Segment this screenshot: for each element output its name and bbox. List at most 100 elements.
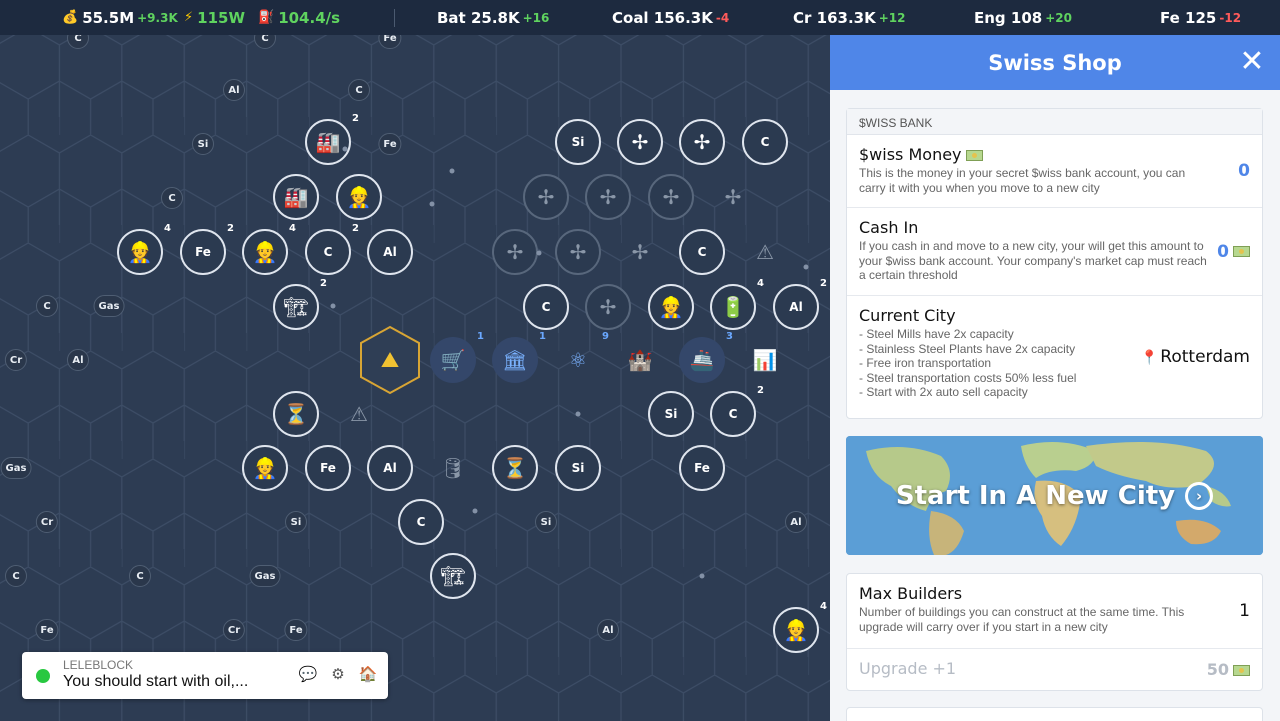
resource-tag[interactable]: Si bbox=[192, 133, 214, 155]
cash-in-row[interactable]: Cash In If you cash in and move to a new… bbox=[847, 208, 1262, 296]
wind-turbine-building[interactable]: ✢ bbox=[679, 119, 725, 165]
battery-building[interactable]: 🔋 4 bbox=[710, 278, 764, 330]
map-dot bbox=[536, 250, 542, 256]
aluminum-mine-building[interactable]: Al bbox=[367, 229, 413, 275]
wind-turbine-icon: ✢ bbox=[631, 240, 649, 264]
close-icon[interactable]: ✕ bbox=[1238, 47, 1266, 77]
resource-tag[interactable]: Si bbox=[535, 511, 557, 533]
coal-mine-building[interactable]: C bbox=[679, 229, 725, 275]
aluminum-mine-building[interactable]: Al 2 bbox=[773, 278, 827, 330]
plant-building[interactable]: 🏗 bbox=[430, 553, 476, 599]
coal-mine-building[interactable]: C bbox=[523, 284, 569, 330]
worker-building[interactable]: 👷 bbox=[242, 445, 288, 491]
construction-site[interactable]: ⚠ bbox=[742, 229, 788, 275]
upgrade-button[interactable]: Upgrade +1 50 bbox=[847, 648, 1262, 690]
construction-icon: ⚠ bbox=[350, 402, 368, 426]
wind-turbine-building[interactable]: ✢ bbox=[585, 284, 631, 330]
panel-title: Swiss Shop bbox=[988, 50, 1122, 75]
worker-building[interactable]: 👷 bbox=[336, 174, 382, 220]
hex-map[interactable]: C C Fe Al C Si Fe C C Gas Cr Al Gas Cr S… bbox=[0, 35, 830, 721]
wind-turbine-building[interactable]: ✢ bbox=[648, 174, 694, 220]
factory-icon: 🏭 bbox=[315, 130, 341, 154]
iron-mine-building[interactable]: Fe bbox=[679, 445, 725, 491]
wind-turbine-building[interactable]: ✢ bbox=[523, 174, 569, 220]
building-count: 1 bbox=[539, 331, 546, 342]
resource-tag[interactable]: Al bbox=[223, 79, 245, 101]
bank-building[interactable]: 🏛 1 bbox=[492, 331, 546, 383]
coal-mine-building[interactable]: C bbox=[742, 119, 788, 165]
shop-building[interactable]: 🛒 1 bbox=[430, 331, 484, 383]
row-title: Cash In bbox=[859, 218, 919, 237]
city-bonus-item: - Start with 2x auto sell capacity bbox=[859, 385, 1028, 399]
wind-turbine-building[interactable]: ✢ bbox=[710, 174, 756, 220]
mine-cart-icon: C bbox=[728, 407, 738, 421]
construction-site[interactable]: ⚠ bbox=[336, 391, 382, 437]
silicon-mine-building[interactable]: Si bbox=[555, 119, 601, 165]
worker-building[interactable]: 👷 4 bbox=[773, 601, 827, 653]
resource-tag[interactable]: Al bbox=[597, 619, 619, 641]
chat-bubble-icon[interactable]: 💬 bbox=[298, 664, 318, 684]
worker-building[interactable]: 👷 4 bbox=[242, 223, 296, 275]
hopper-building[interactable]: ⏳ bbox=[492, 445, 538, 491]
chart-icon: 📊 bbox=[752, 348, 778, 372]
chat-toast[interactable]: LELEBLOCK You should start with oil,... … bbox=[22, 652, 388, 699]
atom-icon: ⚛ bbox=[569, 348, 587, 372]
resource-tag[interactable]: C bbox=[36, 295, 58, 317]
resource-tag[interactable]: C bbox=[161, 187, 183, 209]
chevron-right-icon: › bbox=[1185, 481, 1214, 510]
coal-mine-building[interactable]: C2 bbox=[305, 223, 359, 275]
market-building[interactable]: 📊 bbox=[742, 337, 788, 383]
resource-tag[interactable]: Fe bbox=[284, 619, 308, 641]
iron-mine-building[interactable]: Fe bbox=[305, 445, 351, 491]
resource-tag[interactable]: Gas bbox=[0, 457, 32, 479]
resource-tag[interactable]: C bbox=[129, 565, 151, 587]
resource-tag[interactable]: Si bbox=[285, 511, 307, 533]
coal-mine-building[interactable]: C bbox=[398, 499, 444, 545]
hopper-building[interactable]: ⏳ bbox=[273, 391, 319, 437]
plant-building[interactable]: 🏗 2 bbox=[273, 278, 327, 330]
resource-tag[interactable]: Gas bbox=[249, 565, 281, 587]
money-icon bbox=[1233, 246, 1250, 257]
wind-turbine-icon: ✢ bbox=[569, 240, 587, 264]
wind-turbine-building[interactable]: ✢ bbox=[555, 229, 601, 275]
section-title: $WISS BANK bbox=[847, 109, 1262, 135]
aluminum-mine-building[interactable]: Al bbox=[367, 445, 413, 491]
research-building[interactable]: ⚛ 9 bbox=[555, 331, 609, 383]
port-building[interactable]: 🚢 3 bbox=[679, 331, 733, 383]
iron-mine-building[interactable]: Fe 2 bbox=[180, 223, 234, 275]
worker-building[interactable]: 👷 4 bbox=[117, 223, 171, 275]
headquarters-hex[interactable]: ⛰ bbox=[359, 325, 421, 395]
wind-turbine-building[interactable]: ✢ bbox=[585, 174, 631, 220]
worker-building[interactable]: 👷 bbox=[648, 284, 694, 330]
resource-tag[interactable]: Fe bbox=[378, 133, 402, 155]
settings-gear-icon[interactable]: ⚙ bbox=[328, 664, 348, 684]
factory-building[interactable]: 🏭 bbox=[273, 174, 319, 220]
mine-cart-icon: C bbox=[323, 245, 333, 259]
silicon-mine-building[interactable]: Si bbox=[648, 391, 694, 437]
resource-tag[interactable]: C bbox=[5, 565, 27, 587]
resource-tag[interactable]: Gas bbox=[93, 295, 125, 317]
resource-tag[interactable]: Al bbox=[67, 349, 89, 371]
house-icon[interactable]: 🏠 bbox=[358, 664, 378, 684]
wind-turbine-building[interactable]: ✢ bbox=[617, 229, 663, 275]
city-building[interactable]: 🏰 bbox=[617, 337, 663, 383]
worker-icon: 👷 bbox=[127, 240, 153, 264]
barrel-icon: 🛢 bbox=[440, 456, 466, 480]
upgrade-label: Upgrade +1 bbox=[859, 659, 957, 678]
swiss-money-row: $wiss Money This is the money in your se… bbox=[847, 135, 1262, 208]
resource-tag[interactable]: Fe bbox=[35, 619, 59, 641]
mine-cart-icon: Al bbox=[383, 461, 397, 475]
resource-fuel: ⛽ 104.4/s bbox=[258, 0, 340, 35]
resource-tag[interactable]: C bbox=[348, 79, 370, 101]
silicon-mine-building[interactable]: Si bbox=[555, 445, 601, 491]
money-bag-icon: 💰 bbox=[62, 10, 79, 25]
wind-turbine-building[interactable]: ✢ bbox=[617, 119, 663, 165]
resource-value: 55.5M bbox=[82, 8, 135, 27]
start-new-city-button[interactable]: Start In A New City › bbox=[846, 436, 1263, 555]
wind-turbine-building[interactable]: ✢ bbox=[492, 229, 538, 275]
power-icon: ⚡ bbox=[184, 10, 194, 25]
storage-building[interactable]: 🛢 bbox=[430, 445, 476, 491]
resource-tag[interactable]: Al bbox=[785, 511, 807, 533]
steel-mill-building[interactable]: 🏭 2 bbox=[305, 113, 359, 165]
coal-mine-building[interactable]: C2 bbox=[710, 385, 764, 437]
